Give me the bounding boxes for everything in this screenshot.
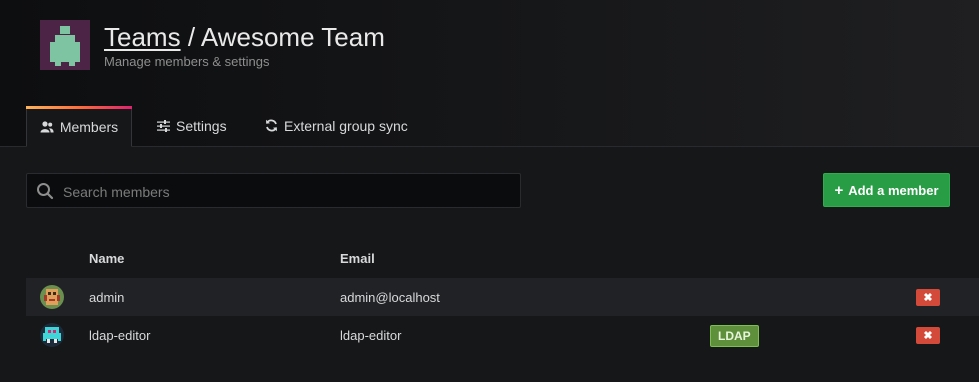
table-row: admin admin@localhost ✖	[26, 278, 979, 316]
avatar	[40, 323, 64, 347]
column-header-email: Email	[340, 251, 375, 266]
remove-member-button[interactable]: ✖	[916, 327, 940, 344]
tab-external-group-sync[interactable]: External group sync	[264, 106, 408, 145]
team-members-page: Teams / Awesome Team Manage members & se…	[0, 0, 979, 382]
add-member-label: Add a member	[848, 182, 939, 198]
close-icon: ✖	[923, 292, 933, 304]
users-icon	[40, 120, 54, 134]
tab-external-group-sync-label: External group sync	[284, 117, 408, 134]
add-member-button[interactable]: + Add a member	[823, 173, 950, 207]
remove-member-button[interactable]: ✖	[916, 289, 940, 306]
member-name: ldap-editor	[89, 327, 151, 343]
member-name: admin	[89, 289, 125, 305]
team-name: Awesome Team	[200, 22, 385, 52]
table-row: ldap-editor ldap-editor LDAP ✖	[26, 316, 979, 354]
team-avatar-icon	[40, 20, 90, 70]
plus-icon: +	[834, 181, 844, 199]
member-email: ldap-editor	[340, 327, 402, 343]
search-icon	[36, 182, 54, 200]
tab-members-label: Members	[59, 118, 119, 135]
member-email: admin@localhost	[340, 289, 440, 305]
column-header-name: Name	[89, 251, 125, 266]
sync-icon	[264, 119, 278, 133]
breadcrumb-teams-link[interactable]: Teams	[104, 22, 181, 52]
sliders-icon	[156, 119, 170, 133]
avatar	[40, 285, 64, 309]
tab-settings[interactable]: Settings	[156, 106, 227, 145]
tab-settings-label: Settings	[176, 117, 227, 134]
close-icon: ✖	[923, 330, 933, 342]
breadcrumb-separator: /	[187, 22, 196, 52]
search-members-input[interactable]	[61, 174, 515, 209]
page-header: Teams / Awesome Team Manage members & se…	[0, 0, 979, 147]
page-title: Teams / Awesome Team	[104, 22, 385, 53]
page-subtitle: Manage members & settings	[104, 54, 270, 69]
search-members-box	[26, 173, 521, 209]
tab-members[interactable]: Members	[26, 106, 132, 147]
ldap-badge: LDAP	[710, 325, 759, 347]
